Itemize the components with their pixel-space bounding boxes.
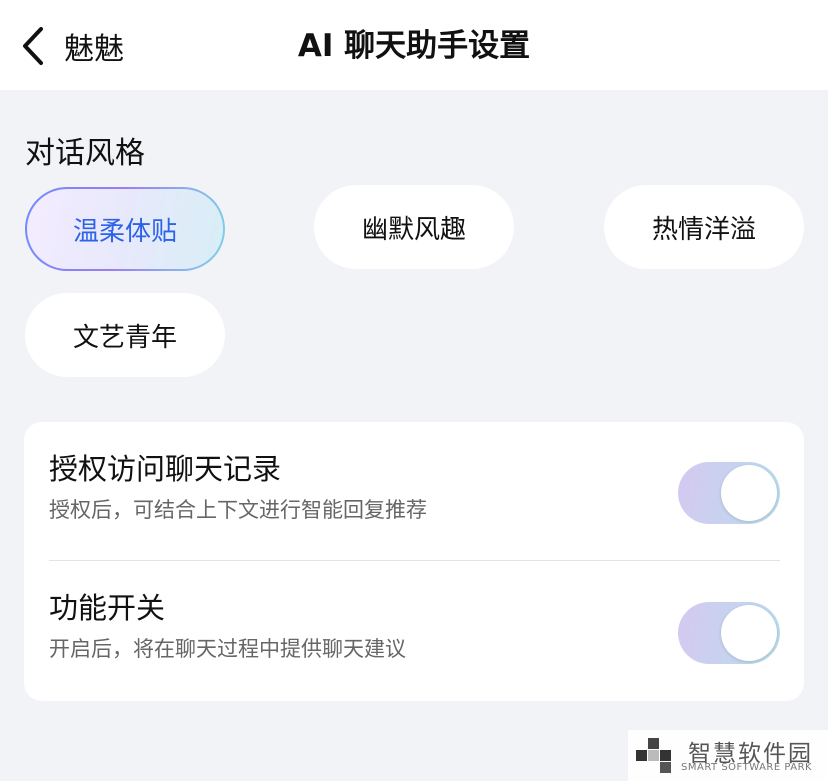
watermark-logo-icon — [634, 736, 678, 776]
style-option-humorous[interactable]: 幽默风趣 — [314, 185, 514, 269]
setting-row-feature-switch: 功能开关 开启后，将在聊天过程中提供聊天建议 — [24, 561, 804, 701]
style-option-passionate[interactable]: 热情洋溢 — [604, 185, 804, 269]
setting-description: 授权后，可结合上下文进行智能回复推荐 — [49, 498, 427, 522]
style-option-label: 热情洋溢 — [651, 214, 756, 245]
style-option-label: 文艺青年 — [72, 322, 177, 353]
setting-title: 功能开关 — [49, 591, 166, 625]
setting-row-chat-history: 授权访问聊天记录 授权后，可结合上下文进行智能回复推荐 — [24, 422, 804, 562]
toggle-knob — [721, 465, 777, 521]
style-option-literary[interactable]: 文艺青年 — [25, 293, 225, 377]
feature-switch-toggle[interactable] — [678, 602, 780, 664]
setting-description: 开启后，将在聊天过程中提供聊天建议 — [49, 637, 406, 661]
style-option-label: 幽默风趣 — [361, 214, 466, 245]
setting-title: 授权访问聊天记录 — [49, 452, 282, 486]
style-section-title: 对话风格 — [25, 136, 145, 171]
style-option-gentle[interactable]: 温柔体贴 — [25, 187, 225, 271]
chat-history-toggle[interactable] — [678, 462, 780, 524]
settings-card: 授权访问聊天记录 授权后，可结合上下文进行智能回复推荐 功能开关 开启后，将在聊… — [24, 422, 804, 701]
watermark-subtitle: SMART SOFTWARE PARK — [681, 762, 813, 773]
style-option-label: 温柔体贴 — [72, 216, 177, 247]
page-title: AI 聊天助手设置 — [297, 28, 531, 64]
toggle-knob — [721, 605, 777, 661]
watermark: 智慧软件园 SMART SOFTWARE PARK — [628, 730, 828, 781]
top-bar: 魅魅 AI 聊天助手设置 — [0, 0, 828, 90]
